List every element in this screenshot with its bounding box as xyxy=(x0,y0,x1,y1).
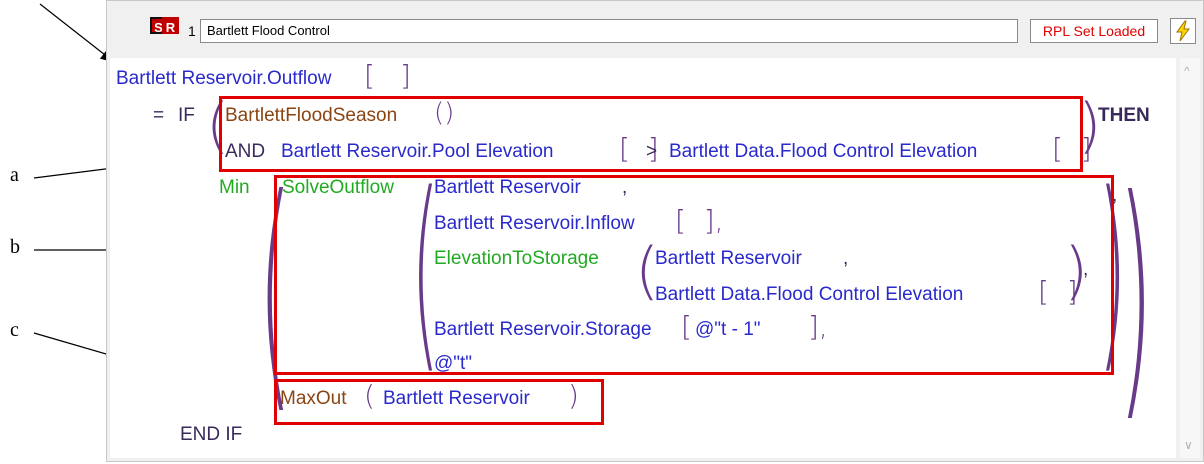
status-badge: RPL Set Loaded xyxy=(1030,19,1158,43)
rule-name-field[interactable]: Bartlett Flood Control xyxy=(200,19,1018,43)
scroll-down-icon[interactable]: ∨ xyxy=(1184,438,1193,452)
annotation-label-b: b xyxy=(10,236,20,258)
bracket: ] xyxy=(400,59,411,92)
highlight-box-b xyxy=(274,175,1114,375)
annotation-label-a: a xyxy=(10,164,19,186)
vertical-scrollbar[interactable]: ^ ∨ xyxy=(1180,58,1200,458)
highlight-box-a xyxy=(219,96,1083,172)
target-slot[interactable]: Bartlett Reservoir.Outflow xyxy=(116,67,331,91)
arrow-top xyxy=(39,3,115,63)
highlight-box-c xyxy=(274,379,604,425)
bracket: [ xyxy=(364,59,375,92)
paren-close-min: ) xyxy=(1118,145,1154,445)
annotation-label-c: c xyxy=(10,319,19,341)
r-icon[interactable]: R xyxy=(162,17,179,35)
min-function[interactable]: Min xyxy=(219,176,250,200)
equals-sign: = xyxy=(153,105,165,126)
then-keyword: THEN xyxy=(1098,105,1150,126)
lightning-icon[interactable] xyxy=(1170,18,1196,44)
scroll-up-icon[interactable]: ^ xyxy=(1184,64,1190,78)
rule-number: 1 xyxy=(188,23,196,39)
end-if-keyword: END IF xyxy=(180,424,243,445)
if-keyword: IF xyxy=(178,105,195,126)
